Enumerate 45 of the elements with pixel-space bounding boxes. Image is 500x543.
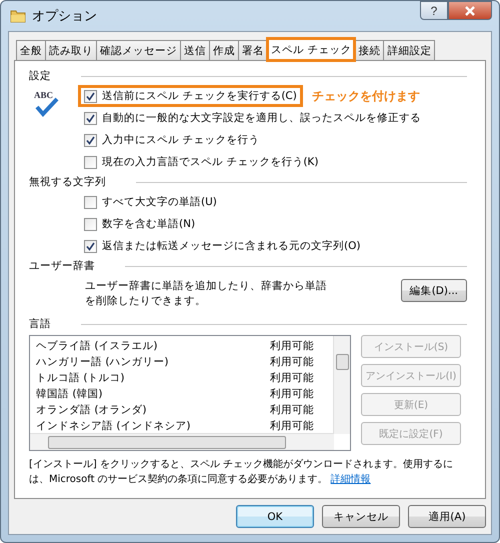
window-title: オプション [32,8,97,25]
section-title: 無視する文字列 [29,175,106,189]
folder-icon [10,9,26,23]
tab[interactable]: 読み取り [45,40,97,60]
section-title: 言語 [29,317,51,331]
tab[interactable]: 全般 [16,40,46,60]
checkbox[interactable]: 現在の入力言語でスペル チェックを行う(K) [81,154,322,170]
language-row[interactable]: インドネシア語 (インドネシア) 利用可能 [36,418,328,434]
checkbox[interactable]: すべて大文字の単語(U) [81,194,220,210]
horizontal-scrollbar[interactable] [30,433,334,450]
checkbox[interactable]: 数字を含む単語(N) [81,216,198,232]
checkbox[interactable]: 送信前にスペル チェックを実行する(C) [81,88,300,104]
note-text: [インストール] をクリックすると、スペル チェック機能がダウンロードされます。使用するには、Microsoft のサービス契約の条項に同意する必要があります。 詳細情報 [29,458,454,487]
tab[interactable]: 接続 [354,40,384,60]
tab[interactable]: スペル チェック [267,38,356,61]
section-title: 設定 [29,69,51,83]
language-row[interactable]: ヘブライ語 (イスラエル) 利用可能 [36,338,328,354]
dialog-button[interactable]: 適用(A) [408,505,486,528]
language-row[interactable]: トルコ語 (トルコ) 利用可能 [36,370,328,386]
description-text: ユーザー辞書に単語を追加したり、辞書から単語を削除したりできます。 [85,279,328,309]
tab[interactable]: 署名 [238,40,268,60]
language-row[interactable]: オランダ語 (オランダ) 利用可能 [36,402,328,418]
annotation-text: チェックを付けます [312,88,420,104]
vertical-scrollbar[interactable] [333,336,350,434]
checkmark-icon [86,242,95,250]
checkmark-icon [86,136,95,144]
tab[interactable]: 詳細設定 [383,40,436,60]
checkbox[interactable]: 入力中にスペル チェックを行う [81,132,262,148]
tab[interactable]: 作成 [209,40,239,60]
checkbox[interactable]: 返信または転送メッセージに含まれる元の文字列(O) [81,238,364,254]
checkbox[interactable]: 自動的に一般的な大文字設定を適用し、誤ったスペルを修正する [81,110,424,126]
tab[interactable]: 送信 [180,40,210,60]
close-button[interactable] [448,1,492,20]
checkmark-icon [86,114,95,122]
help-button[interactable]: ? [420,1,448,20]
section-title: ユーザー辞書 [29,259,95,273]
dialog-button[interactable]: キャンセル [322,505,400,528]
edit-button[interactable]: 編集(D)... [400,279,467,302]
close-icon [464,6,476,16]
language-row[interactable]: ハンガリー語 (ハンガリー) 利用可能 [36,354,328,370]
details-link[interactable]: 詳細情報 [330,474,371,485]
checkmark-icon [86,92,95,100]
language-row[interactable]: 韓国語 (韓国) 利用可能 [36,386,328,402]
tab[interactable]: 確認メッセージ [96,40,181,60]
dialog-button[interactable]: OK [236,505,314,528]
